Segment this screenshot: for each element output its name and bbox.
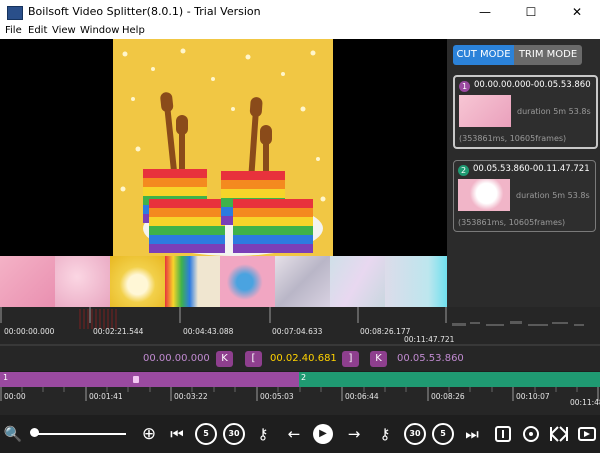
- segment-meta: (353861ms, 10605frames): [458, 218, 566, 227]
- skip-to-end-icon[interactable]: ⏭: [461, 423, 483, 445]
- ruler-label: 00:02:21.544: [93, 327, 144, 336]
- ruler-label: 00:08:26.177: [360, 327, 411, 336]
- step-back-icon[interactable]: ←: [283, 423, 305, 445]
- settings-icon[interactable]: [576, 423, 598, 445]
- thumbnail[interactable]: [165, 256, 220, 308]
- close-button[interactable]: ✕: [554, 0, 600, 24]
- thumbnail[interactable]: [220, 256, 275, 308]
- ruler-label: 00:07:04.633: [272, 327, 323, 336]
- skip-to-start-icon[interactable]: ⏮: [166, 423, 188, 445]
- cut-mode-button[interactable]: CUT MODE: [453, 45, 514, 65]
- menu-view[interactable]: View: [52, 25, 76, 36]
- rainbow-cake: [233, 199, 313, 253]
- menu-edit[interactable]: Edit: [28, 25, 47, 36]
- thumbnail[interactable]: [275, 256, 330, 308]
- playback-toolbar: 🔍 ⊕ ⏮ 5 30 ⚷ ← ▶ → ⚷ 30 5 ⏭: [0, 415, 600, 453]
- timecode-bar: 00.00.00.000 K [ 00.02.40.681 ] K 00.05.…: [0, 347, 600, 371]
- segment-duration: duration 5m 53.8s: [517, 107, 591, 116]
- maximize-button[interactable]: ☐: [508, 0, 554, 24]
- previous-keyframe-icon[interactable]: ⚷: [252, 423, 274, 445]
- ruler-label: 00:01:41: [89, 392, 123, 401]
- forward-30s-icon[interactable]: 30: [404, 423, 426, 445]
- rainbow-cake: [149, 199, 225, 253]
- track-label: 2: [301, 373, 307, 382]
- play-button[interactable]: ▶: [313, 424, 333, 444]
- segment-meta: (353861ms, 10605frames): [459, 134, 567, 143]
- menu-bar: File Edit View Window Help: [0, 24, 600, 39]
- title-bar: Boilsoft Video Splitter(8.0.1) - Trial V…: [0, 0, 600, 24]
- thumbnail-strip[interactable]: [0, 256, 447, 308]
- minimize-button[interactable]: —: [462, 0, 508, 24]
- ruler-label: 00:00:00.000: [4, 327, 55, 336]
- rewind-30s-icon[interactable]: 30: [223, 423, 245, 445]
- mark-out-button[interactable]: ]: [342, 351, 359, 367]
- menu-file[interactable]: File: [5, 25, 22, 36]
- thumbnail[interactable]: [0, 256, 55, 308]
- app-icon: [7, 6, 23, 20]
- ruler-label: 00:11:48: [570, 398, 600, 407]
- trim-mode-button[interactable]: TRIM MODE: [514, 45, 582, 65]
- rewind-5s-icon[interactable]: 5: [195, 423, 217, 445]
- zoom-slider-handle[interactable]: [30, 428, 39, 437]
- ruler-label: 00:05:03: [260, 392, 294, 401]
- timeline-ruler-top[interactable]: 00:00:00.000 00:02:21.544 00:04:43.088 0…: [0, 307, 600, 347]
- thumbnail[interactable]: [330, 256, 385, 308]
- segments-panel: CUT MODE TRIM MODE 1 00.00.00.000-00.05.…: [447, 39, 600, 307]
- segment-range: 00.05.53.860-00.11.47.721: [473, 164, 590, 174]
- thumbnail[interactable]: [55, 256, 110, 308]
- timeline-ruler-bottom[interactable]: 00:00 00:01:41 00:03:22 00:05:03 00:06:4…: [0, 387, 600, 415]
- next-keyframe-icon[interactable]: ⚷: [374, 423, 396, 445]
- video-frame: [113, 39, 333, 256]
- zoom-slider[interactable]: [34, 433, 126, 435]
- segment-track-2[interactable]: 2: [299, 372, 600, 387]
- segment-thumbnail: [458, 179, 510, 211]
- ruler-label: 00:10:07: [516, 392, 550, 401]
- ruler-label: 00:03:22: [174, 392, 208, 401]
- forward-5s-icon[interactable]: 5: [432, 423, 454, 445]
- split-icon[interactable]: [548, 423, 570, 445]
- current-time: 00.02.40.681: [270, 353, 337, 364]
- playhead-marker[interactable]: [133, 376, 139, 383]
- mark-in-button[interactable]: [: [245, 351, 262, 367]
- ruler-label: 00:00: [4, 392, 26, 401]
- menu-window[interactable]: Window: [80, 25, 119, 36]
- menu-help[interactable]: Help: [122, 25, 145, 36]
- segment-item-1[interactable]: 1 00.00.00.000-00.05.53.860 duration 5m …: [453, 75, 598, 149]
- ruler-label: 00:08:26: [431, 392, 465, 401]
- track-label: 1: [3, 373, 9, 382]
- thumbnail[interactable]: [110, 256, 165, 308]
- thumbnail[interactable]: [385, 256, 447, 308]
- segment-index-badge: 2: [458, 165, 469, 176]
- segment-duration: duration 5m 53.8s: [516, 191, 590, 200]
- add-marker-icon[interactable]: [492, 423, 514, 445]
- segment-thumbnail: [459, 95, 511, 127]
- segment-range: 00.00.00.000-00.05.53.860: [474, 80, 591, 90]
- ruler-label: 00:11:47.721: [404, 335, 455, 344]
- ruler-label: 00:04:43.088: [183, 327, 234, 336]
- go-to-end-button[interactable]: K: [370, 351, 387, 367]
- ruler-label: 00:06:44: [345, 392, 379, 401]
- step-forward-icon[interactable]: →: [343, 423, 365, 445]
- zoom-in-icon[interactable]: ⊕: [138, 423, 160, 445]
- video-preview[interactable]: [0, 39, 447, 256]
- rotate-icon[interactable]: [520, 423, 542, 445]
- segment-index-badge: 1: [459, 81, 470, 92]
- window-title: Boilsoft Video Splitter(8.0.1) - Trial V…: [28, 5, 261, 18]
- zoom-out-icon[interactable]: 🔍: [2, 423, 24, 445]
- end-time: 00.05.53.860: [397, 353, 464, 364]
- go-to-start-button[interactable]: K: [216, 351, 233, 367]
- start-time: 00.00.00.000: [143, 353, 210, 364]
- segment-track-1[interactable]: 1: [0, 372, 299, 387]
- segment-item-2[interactable]: 2 00.05.53.860-00.11.47.721 duration 5m …: [453, 160, 596, 232]
